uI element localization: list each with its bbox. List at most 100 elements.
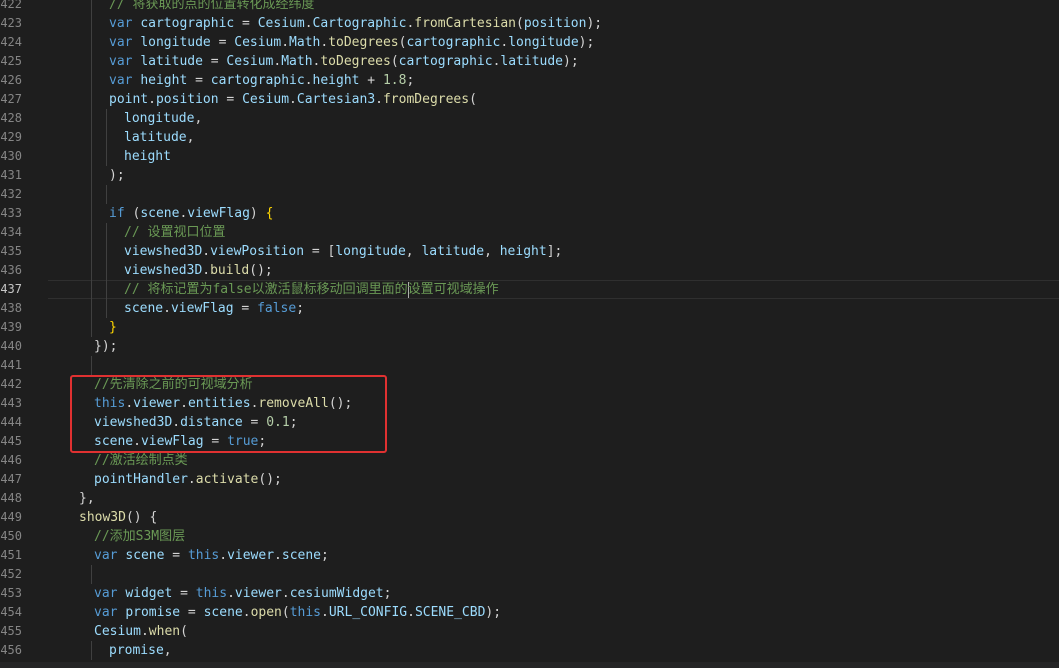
indent-guide bbox=[91, 0, 92, 14]
code-line[interactable]: ); bbox=[48, 166, 1059, 185]
code-line[interactable]: var height = cartographic.height + 1.8; bbox=[48, 71, 1059, 90]
code-line[interactable]: latitude, bbox=[48, 128, 1059, 147]
code-line[interactable]: scene.viewFlag = true; bbox=[48, 432, 1059, 451]
code-line[interactable]: promise, bbox=[48, 641, 1059, 660]
code-token: + bbox=[359, 73, 383, 88]
code-line[interactable]: // 设置视口位置 bbox=[48, 223, 1059, 242]
code-token: . bbox=[125, 396, 134, 411]
code-line[interactable] bbox=[48, 565, 1059, 584]
code-token: ( bbox=[469, 92, 477, 107]
code-line[interactable]: this.viewer.entities.removeAll(); bbox=[48, 394, 1059, 413]
code-token: true bbox=[227, 434, 259, 449]
code-token: viewPosition bbox=[210, 244, 305, 259]
indent-guide bbox=[106, 242, 107, 261]
code-token: height bbox=[140, 73, 188, 88]
code-token: toDegrees bbox=[328, 35, 399, 50]
code-token: , bbox=[484, 244, 500, 259]
code-line[interactable]: // 将标记置为false以激活鼠标移动回调里面的设置可视域操作 bbox=[48, 280, 1059, 299]
code-line[interactable]: height bbox=[48, 147, 1059, 166]
code-token: // 将获取的点的位置转化成经纬度 bbox=[109, 0, 315, 12]
code-token: // 将标记置为false以激活鼠标移动回调里面的 bbox=[124, 282, 408, 297]
code-line[interactable]: }, bbox=[48, 489, 1059, 508]
code-token: activate bbox=[195, 472, 259, 487]
code-line[interactable]: var widget = this.viewer.cesiumWidget; bbox=[48, 584, 1059, 603]
code-line[interactable]: viewshed3D.viewPosition = [longitude, la… bbox=[48, 242, 1059, 261]
code-token: . bbox=[274, 548, 282, 563]
code-token: = [ bbox=[304, 244, 336, 259]
code-token: viewer bbox=[227, 548, 275, 563]
line-number: 445 bbox=[0, 434, 22, 448]
code-token: var bbox=[109, 35, 133, 50]
code-area[interactable]: // 将获取的点的位置转化成经纬度 var cartographic = Cesi… bbox=[48, 0, 1059, 668]
code-token: var bbox=[109, 16, 133, 31]
code-line[interactable] bbox=[48, 356, 1059, 375]
code-token: fromCartesian bbox=[414, 16, 517, 31]
line-number: 443 bbox=[0, 396, 22, 410]
code-line[interactable]: var cartographic = Cesium.Cartographic.f… bbox=[48, 14, 1059, 33]
code-token: fromDegrees bbox=[382, 92, 470, 107]
code-line[interactable]: if (scene.viewFlag) { bbox=[48, 204, 1059, 223]
code-token: viewer bbox=[133, 396, 181, 411]
indent-guide bbox=[106, 109, 107, 128]
code-token: ( bbox=[124, 206, 141, 221]
code-token: . bbox=[163, 301, 171, 316]
code-line[interactable]: //先清除之前的可视域分析 bbox=[48, 375, 1059, 394]
code-line[interactable]: longitude, bbox=[48, 109, 1059, 128]
code-line[interactable]: show3D() { bbox=[48, 508, 1059, 527]
code-editor[interactable]: 422 423 424 425 426 427 428 429 430 431 432 433 434 4… bbox=[0, 0, 1059, 668]
code-token: promise bbox=[109, 643, 164, 658]
line-number: 456 bbox=[0, 643, 22, 657]
code-line[interactable]: // 将获取的点的位置转化成经纬度 bbox=[48, 0, 1059, 14]
line-number: 428 bbox=[0, 111, 22, 125]
code-line[interactable] bbox=[48, 185, 1059, 204]
code-token: viewer bbox=[234, 586, 282, 601]
code-line[interactable]: scene.viewFlag = false; bbox=[48, 299, 1059, 318]
code-line[interactable]: //激活绘制点类 bbox=[48, 451, 1059, 470]
code-line[interactable]: } bbox=[48, 318, 1059, 337]
code-token: var bbox=[109, 73, 133, 88]
code-token: . bbox=[202, 244, 211, 259]
code-line[interactable]: //添加S3M图层 bbox=[48, 527, 1059, 546]
code-line[interactable]: var latitude = Cesium.Math.toDegrees(car… bbox=[48, 52, 1059, 71]
code-token: var bbox=[109, 54, 133, 69]
horizontal-scrollbar[interactable] bbox=[0, 662, 1059, 668]
code-line[interactable]: var scene = this.viewer.scene; bbox=[48, 546, 1059, 565]
code-line[interactable]: var longitude = Cesium.Math.toDegrees(ca… bbox=[48, 33, 1059, 52]
line-number: 434 bbox=[0, 225, 22, 239]
code-line[interactable]: viewshed3D.build(); bbox=[48, 261, 1059, 280]
indent-guide bbox=[91, 166, 92, 185]
code-token: . bbox=[180, 396, 188, 411]
code-token: false bbox=[257, 301, 297, 316]
line-number: 442 bbox=[0, 377, 22, 391]
code-line[interactable]: }); bbox=[48, 337, 1059, 356]
line-number: 436 bbox=[0, 263, 22, 277]
code-token: removeAll bbox=[258, 396, 329, 411]
code-token: Cesium bbox=[226, 54, 274, 69]
code-token: = bbox=[218, 92, 243, 107]
code-line[interactable]: viewshed3D.distance = 0.1; bbox=[48, 413, 1059, 432]
code-line[interactable]: point.position = Cesium.Cartesian3.fromD… bbox=[48, 90, 1059, 109]
code-token: 0.1 bbox=[266, 415, 290, 430]
code-token: ; bbox=[289, 415, 298, 430]
code-token: , bbox=[186, 130, 195, 145]
code-line[interactable]: var promise = scene.open(this.URL_CONFIG… bbox=[48, 603, 1059, 622]
code-token: this bbox=[187, 548, 220, 563]
code-line[interactable]: Cesium.when( bbox=[48, 622, 1059, 641]
code-line[interactable]: pointHandler.activate(); bbox=[48, 470, 1059, 489]
code-token: latitude bbox=[124, 130, 187, 145]
